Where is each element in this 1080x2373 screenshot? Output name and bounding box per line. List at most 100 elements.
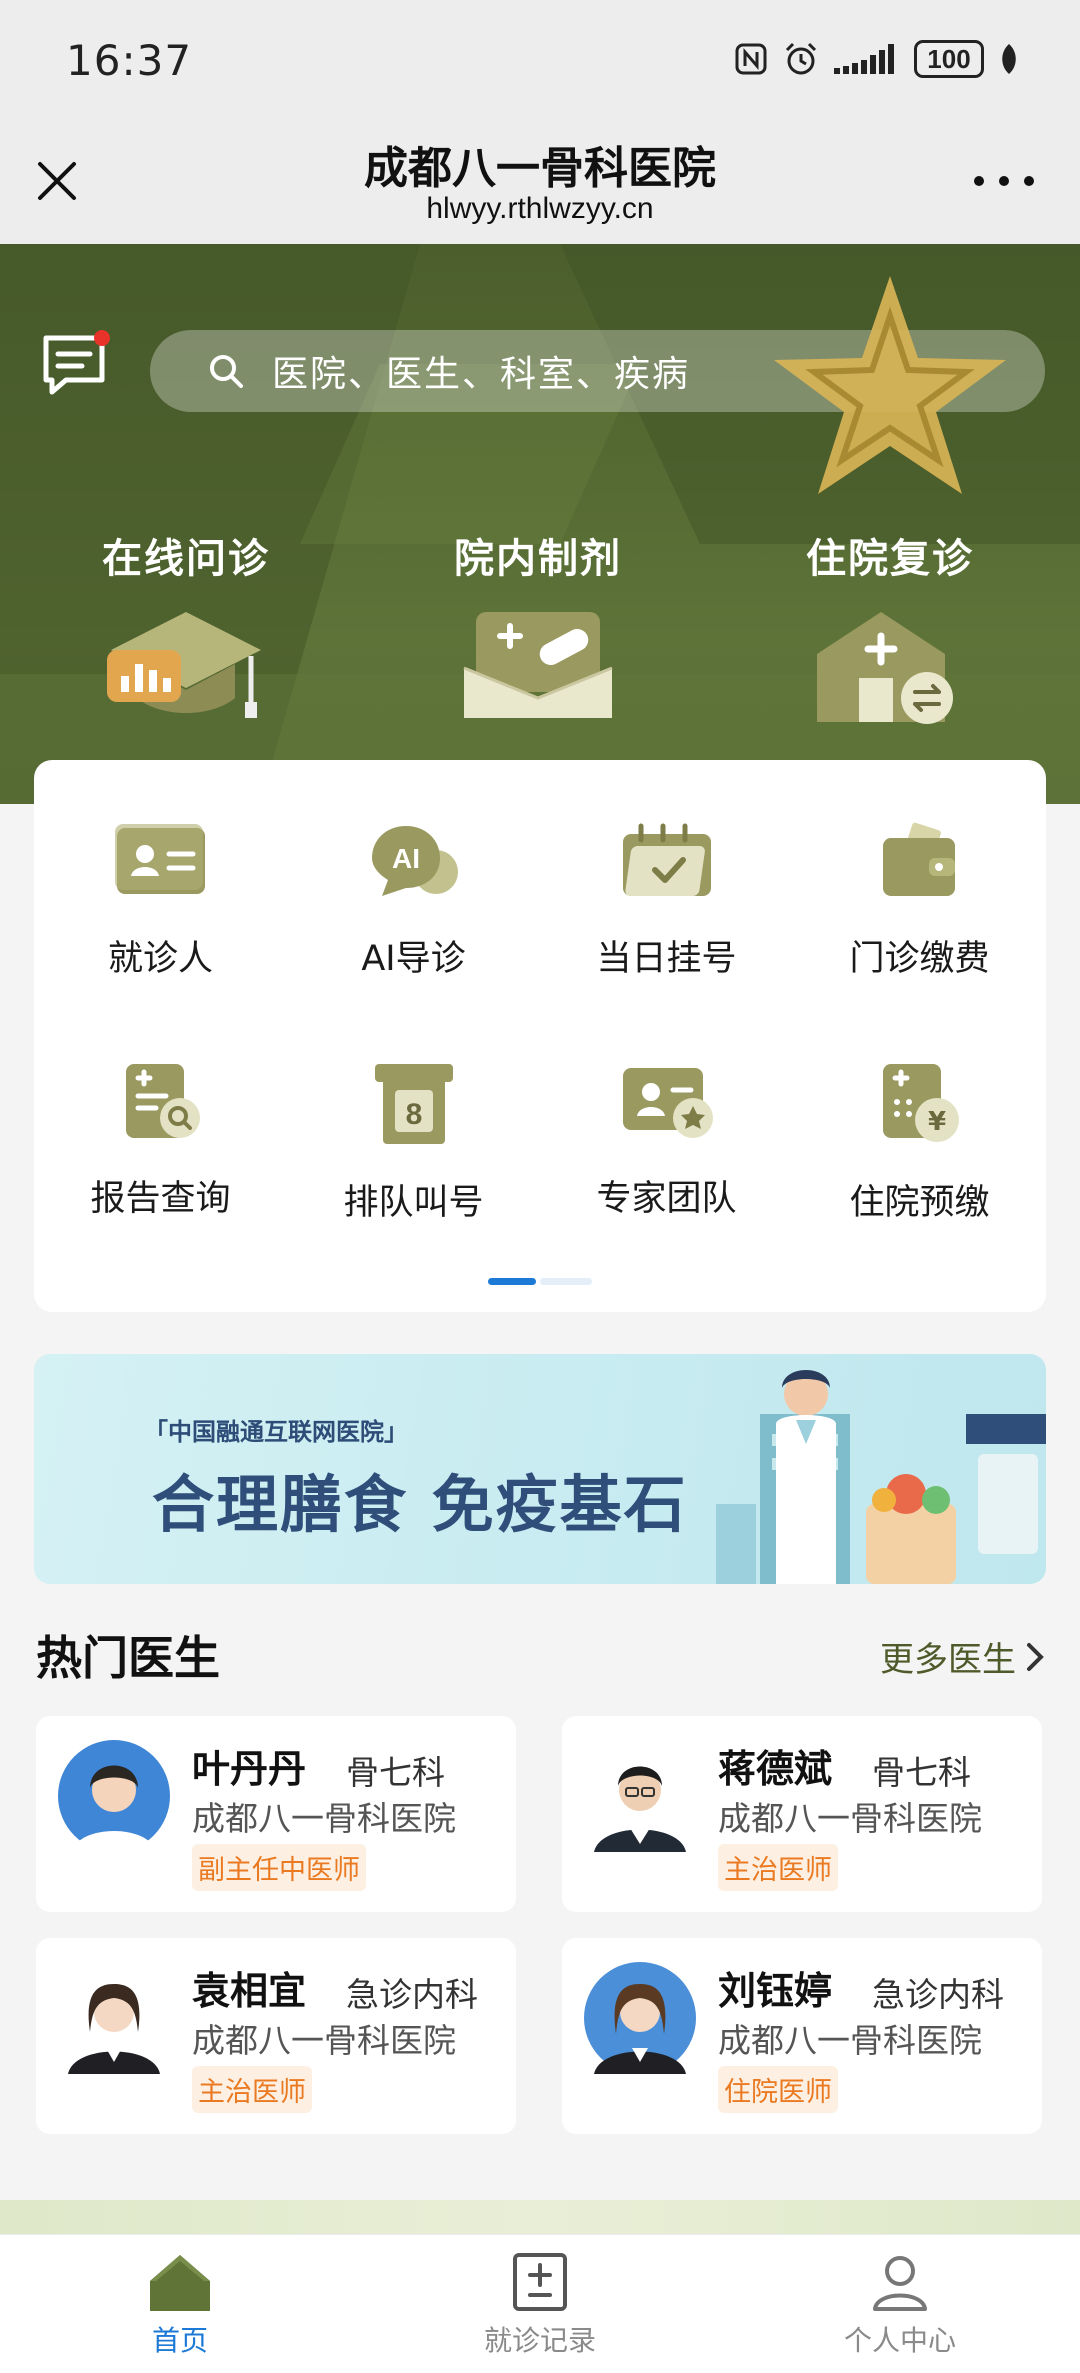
search-placeholder: 医院、医生、科室、疾病 (272, 354, 691, 395)
battery-icon: 100 (914, 40, 984, 78)
hero-item-label: 住院复诊 (806, 536, 974, 582)
service-label: 排队叫号 (343, 1183, 484, 1223)
doctor-card[interactable]: 刘钰婷 急诊内科 成都八一骨科医院 住院医师 (562, 1938, 1042, 2134)
doctor-avatar (584, 1740, 696, 1852)
more-doctors-label: 更多医生 (880, 1640, 1016, 1680)
hero-item-inpatient-revisit[interactable]: 住院复诊 (750, 526, 1030, 726)
doctor-title-badge: 主治医师 (718, 1844, 838, 1891)
signal-icon (834, 44, 894, 74)
house-medical-icon (817, 612, 953, 724)
services-grid: 就诊人 AI AI导诊 当日挂号 门诊缴费 报告查询 8 排队叫号 专家团队 ¥… (34, 760, 1046, 1312)
service-ai-guide[interactable]: AI AI导诊 (287, 822, 540, 981)
hero-banner: 医院、医生、科室、疾病 在线问诊 院内制剂 住院复诊 (0, 244, 1080, 804)
tab-label: 就诊记录 (483, 2324, 596, 2357)
doctor-avatar (58, 1962, 170, 2074)
page-indicator-inactive (540, 1278, 592, 1285)
tab-label: 个人中心 (843, 2324, 956, 2357)
bottom-decor-strip (0, 2200, 1080, 2234)
hot-doctors-title: 热门医生 (36, 1631, 220, 1685)
doctor-dept: 急诊内科 (872, 1975, 1004, 2014)
doctor-name: 蒋德斌 (718, 1747, 833, 1791)
report-search-icon (125, 1064, 200, 1138)
service-report-query[interactable]: 报告查询 (34, 1062, 287, 1221)
doctor-avatar (58, 1740, 170, 1852)
promo-banner[interactable]: 「中国融通互联网医院」 合理膳食 免疫基石 (34, 1354, 1046, 1584)
status-icons: 100 (734, 38, 1020, 80)
banner-tag: 「中国融通互联网医院」 (144, 1418, 408, 1446)
calendar-check-icon (622, 823, 711, 896)
queue-number-icon: 8 (374, 1064, 453, 1144)
doctor-hospital: 成都八一骨科医院 (718, 2021, 982, 2060)
doctor-name: 袁相宜 (192, 1969, 307, 2013)
medicine-box-icon (463, 612, 613, 718)
service-label: 门诊缴费 (849, 939, 990, 979)
svg-text:¥: ¥ (927, 1107, 945, 1137)
user-icon (873, 2256, 927, 2311)
hero-item-label: 在线问诊 (102, 536, 270, 582)
id-card-icon (114, 824, 205, 894)
nfc-icon (735, 43, 767, 75)
doctor-name: 叶丹丹 (192, 1747, 307, 1791)
prepay-yen-icon: ¥ (882, 1064, 959, 1142)
doctor-name: 刘钰婷 (718, 1969, 833, 2013)
doctor-dept: 骨七科 (872, 1753, 971, 1792)
more-doctors-link[interactable]: 更多医生 (880, 1632, 1044, 1681)
page-indicator (488, 1278, 592, 1285)
doctor-hospital: 成都八一骨科医院 (192, 1799, 456, 1838)
status-time: 16:37 (66, 36, 193, 85)
ai-chat-icon: AI (371, 826, 458, 896)
expert-badge-icon (622, 1068, 713, 1138)
home-icon (150, 2255, 210, 2311)
page-title: 成都八一骨科医院 (364, 143, 716, 194)
svg-text:8: 8 (405, 1098, 422, 1131)
tab-label: 首页 (151, 2324, 208, 2357)
service-label: 当日挂号 (596, 939, 737, 979)
title-bar: 成都八一骨科医院 hlwyy.rthlwzyy.cn (0, 120, 1080, 244)
hero-item-online-consult[interactable]: 在线问诊 (46, 526, 326, 736)
records-icon (513, 2253, 567, 2311)
status-bar: 16:37 100 (0, 0, 1080, 120)
chevron-right-icon (1027, 1642, 1044, 1671)
tab-records[interactable]: 就诊记录 (360, 2235, 720, 2373)
more-icon[interactable] (974, 166, 1034, 196)
service-inpatient-prepayment[interactable]: ¥ 住院预缴 (793, 1062, 1046, 1225)
service-label: 就诊人 (107, 939, 213, 979)
service-label: 专家团队 (596, 1179, 737, 1219)
doctor-card[interactable]: 蒋德斌 骨七科 成都八一骨科医院 主治医师 (562, 1716, 1042, 1912)
tab-profile[interactable]: 个人中心 (720, 2235, 1080, 2373)
page-url: hlwyy.rthlwzyy.cn (426, 192, 654, 225)
service-queue-call[interactable]: 8 排队叫号 (287, 1062, 540, 1225)
doctor-title-badge: 主治医师 (192, 2066, 312, 2113)
graduation-cap-chart-icon (107, 612, 261, 718)
wallet-icon (882, 822, 955, 896)
service-expert-team[interactable]: 专家团队 (540, 1062, 793, 1221)
doctor-avatar (584, 1962, 696, 2074)
alarm-icon (785, 42, 817, 75)
service-label: 住院预缴 (849, 1183, 990, 1223)
doctor-card[interactable]: 袁相宜 急诊内科 成都八一骨科医院 主治医师 (36, 1938, 516, 2134)
star-emblem-icon (774, 276, 1006, 494)
service-patients[interactable]: 就诊人 (34, 822, 287, 981)
service-label: AI导诊 (361, 939, 466, 979)
banner-title: 合理膳食 免疫基石 (152, 1468, 688, 1541)
doctor-hospital: 成都八一骨科医院 (192, 2021, 456, 2060)
doctor-hospital: 成都八一骨科医院 (718, 1799, 982, 1838)
page-indicator-active (488, 1278, 536, 1285)
leaf-icon (1002, 44, 1016, 74)
battery-level: 100 (927, 43, 971, 74)
doctor-title-badge: 住院医师 (718, 2066, 838, 2113)
doctor-title-badge: 副主任中医师 (192, 1844, 366, 1891)
unread-badge (94, 330, 110, 346)
svg-text:AI: AI (392, 843, 420, 874)
service-label: 报告查询 (90, 1179, 231, 1219)
hero-item-hospital-preparation[interactable]: 院内制剂 (398, 526, 678, 726)
doctor-illustration (716, 1370, 1046, 1584)
doctor-card[interactable]: 叶丹丹 骨七科 成都八一骨科医院 副主任中医师 (36, 1716, 516, 1912)
search-icon (210, 355, 243, 388)
hero-item-label: 院内制剂 (454, 536, 622, 582)
doctor-dept: 急诊内科 (346, 1975, 478, 2014)
tab-home[interactable]: 首页 (0, 2235, 360, 2373)
bottom-tab-bar: 首页 就诊记录 个人中心 (0, 2234, 1080, 2373)
service-outpatient-payment[interactable]: 门诊缴费 (793, 822, 1046, 981)
service-same-day-registration[interactable]: 当日挂号 (540, 822, 793, 981)
